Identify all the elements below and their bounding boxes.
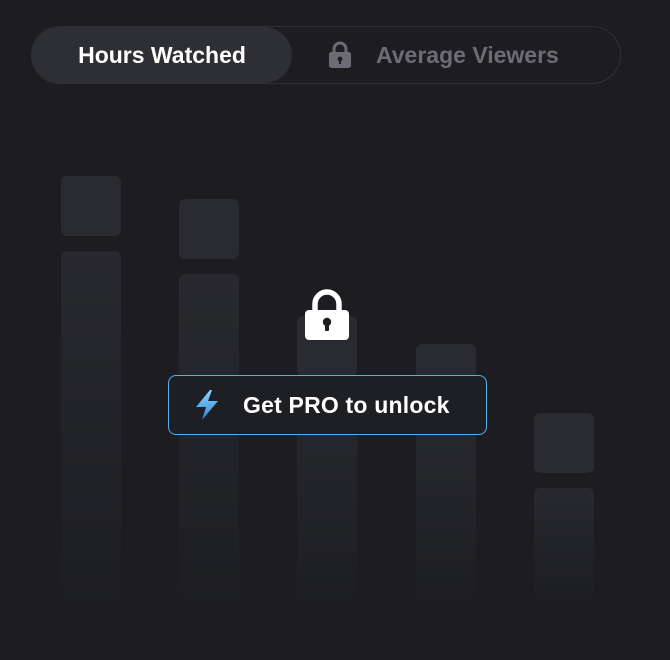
placeholder-bar-cap xyxy=(61,176,121,236)
placeholder-bar xyxy=(179,274,239,600)
placeholder-bar-cap xyxy=(179,199,239,259)
get-pro-button-label: Get PRO to unlock xyxy=(243,391,450,418)
lock-icon xyxy=(304,289,350,341)
lightning-bolt-icon xyxy=(193,389,221,421)
placeholder-bar xyxy=(61,251,121,600)
get-pro-button[interactable]: Get PRO to unlock xyxy=(168,375,487,435)
placeholder-bar xyxy=(534,488,594,600)
placeholder-bar xyxy=(416,419,476,600)
placeholder-bar-cap xyxy=(534,413,594,473)
